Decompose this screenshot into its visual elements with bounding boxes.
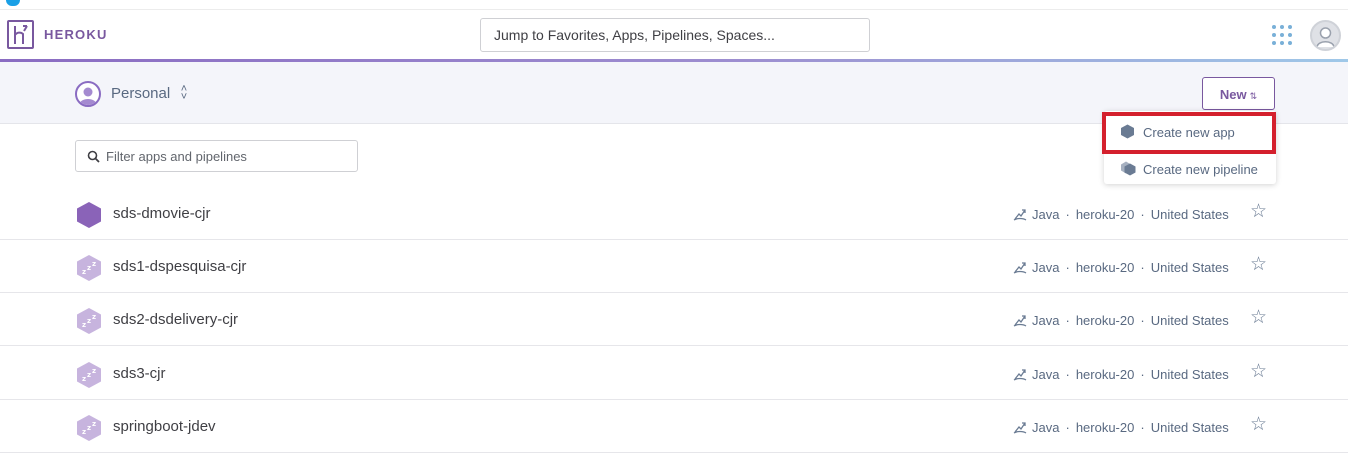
star-icon[interactable]: ☆ [1250, 362, 1267, 382]
app-name[interactable]: sds1-dspesquisa-cjr [113, 258, 246, 275]
sleeping-app-icon: zzz [77, 415, 101, 441]
separator-dot: · [1140, 260, 1145, 275]
app-meta: Java · heroku-20 · United States [1012, 259, 1229, 275]
chevron-updown-icon: ⇅ [1249, 91, 1258, 101]
app-region: United States [1150, 313, 1229, 328]
app-region: United States [1150, 420, 1229, 435]
star-icon[interactable]: ☆ [1250, 308, 1267, 328]
separator-dot: · [1140, 207, 1145, 222]
personal-avatar-icon[interactable] [75, 81, 101, 107]
svg-text:z: z [87, 264, 91, 272]
svg-text:z: z [87, 424, 91, 432]
app-language: Java [1032, 207, 1060, 222]
star-icon[interactable]: ☆ [1250, 202, 1267, 222]
favicon [6, 0, 20, 6]
chevron-updown-icon[interactable]: ˄ ˅ [178, 84, 190, 103]
svg-text:z: z [82, 268, 86, 276]
app-meta: Java · heroku-20 · United States [1012, 366, 1229, 382]
search-icon [87, 150, 100, 163]
app-hexagon-icon [77, 202, 101, 228]
separator-dot: · [1140, 313, 1145, 328]
svg-text:z: z [92, 420, 96, 428]
app-row[interactable]: sds-dmovie-cjr Java · heroku-20 · United Stat… [0, 187, 1348, 240]
star-icon[interactable]: ☆ [1250, 415, 1267, 435]
separator-dot: · [1140, 367, 1145, 382]
top-header: HEROKU [0, 10, 1348, 60]
app-language: Java [1032, 313, 1060, 328]
app-name[interactable]: sds-dmovie-cjr [113, 205, 211, 222]
app-row[interactable]: z z z sds3-cjr Java · heroku-20 · United States ☆ [0, 347, 1348, 400]
separator-dot: · [1065, 313, 1070, 328]
heroku-logo-text[interactable]: HEROKU [44, 27, 108, 42]
filter-apps-input[interactable] [106, 141, 351, 171]
sleeping-app-icon: zzz [77, 362, 101, 388]
apps-grid-icon[interactable] [1272, 25, 1292, 45]
java-icon [1013, 422, 1027, 434]
row-divider [0, 345, 1348, 346]
app-language: Java [1032, 260, 1060, 275]
svg-text:z: z [82, 321, 86, 329]
app-row[interactable]: z z z sds1-dspesquisa-cjr Java · heroku-20 · Uni… [0, 240, 1348, 293]
separator-dot: · [1065, 207, 1070, 222]
user-avatar[interactable] [1310, 20, 1341, 51]
star-icon[interactable]: ☆ [1250, 255, 1267, 275]
app-stack: heroku-20 [1075, 260, 1135, 275]
svg-text:z: z [92, 260, 96, 268]
global-search-input[interactable] [481, 19, 869, 51]
new-button[interactable]: New ⇅ [1202, 77, 1275, 110]
app-stack: heroku-20 [1075, 420, 1135, 435]
app-region: United States [1150, 260, 1229, 275]
app-name[interactable]: sds3-cjr [113, 365, 166, 382]
app-region: United States [1150, 367, 1229, 382]
app-name[interactable]: sds2-dsdelivery-cjr [113, 311, 238, 328]
separator-dot: · [1065, 260, 1070, 275]
sleeping-app-icon: zzz [77, 255, 101, 281]
sleeping-app-icon: zzz [77, 308, 101, 334]
app-name[interactable]: springboot-jdev [113, 418, 216, 435]
app-row[interactable]: z z z springboot-jdev Java · heroku-20 · United … [0, 400, 1348, 453]
highlight-box [1102, 112, 1276, 154]
app-stack: heroku-20 [1075, 207, 1135, 222]
app-region: United States [1150, 207, 1229, 222]
svg-text:z: z [92, 313, 96, 321]
new-button-label: New [1219, 87, 1247, 102]
browser-strip [0, 0, 1348, 10]
filter-apps-field[interactable] [75, 140, 358, 172]
separator-dot: · [1140, 420, 1145, 435]
create-new-pipeline-item[interactable]: Create new pipeline [1104, 151, 1276, 183]
separator-dot: · [1065, 367, 1070, 382]
svg-text:z: z [92, 367, 96, 375]
heroku-logo-icon[interactable] [7, 20, 34, 49]
svg-text:z: z [82, 375, 86, 383]
app-meta: Java · heroku-20 · United States [1012, 419, 1229, 435]
app-meta: Java · heroku-20 · United States [1012, 206, 1229, 222]
app-stack: heroku-20 [1075, 313, 1135, 328]
java-icon [1013, 262, 1027, 274]
account-switcher-label[interactable]: Personal [111, 85, 170, 102]
svg-text:z: z [87, 371, 91, 379]
app-language: Java [1032, 367, 1060, 382]
app-row[interactable]: z z z sds2-dsdelivery-cjr Java · heroku-20 · Uni… [0, 293, 1348, 346]
java-icon [1013, 369, 1027, 381]
separator-dot: · [1065, 420, 1070, 435]
app-stack: heroku-20 [1075, 367, 1135, 382]
java-icon [1013, 315, 1027, 327]
svg-text:z: z [87, 317, 91, 325]
app-meta: Java · heroku-20 · United States [1012, 312, 1229, 328]
create-new-pipeline-label: Create new pipeline [1143, 162, 1258, 177]
java-icon [1013, 209, 1027, 221]
pipeline-icon [1121, 161, 1136, 176]
app-language: Java [1032, 420, 1060, 435]
global-search[interactable] [480, 18, 870, 52]
svg-text:z: z [82, 428, 86, 436]
